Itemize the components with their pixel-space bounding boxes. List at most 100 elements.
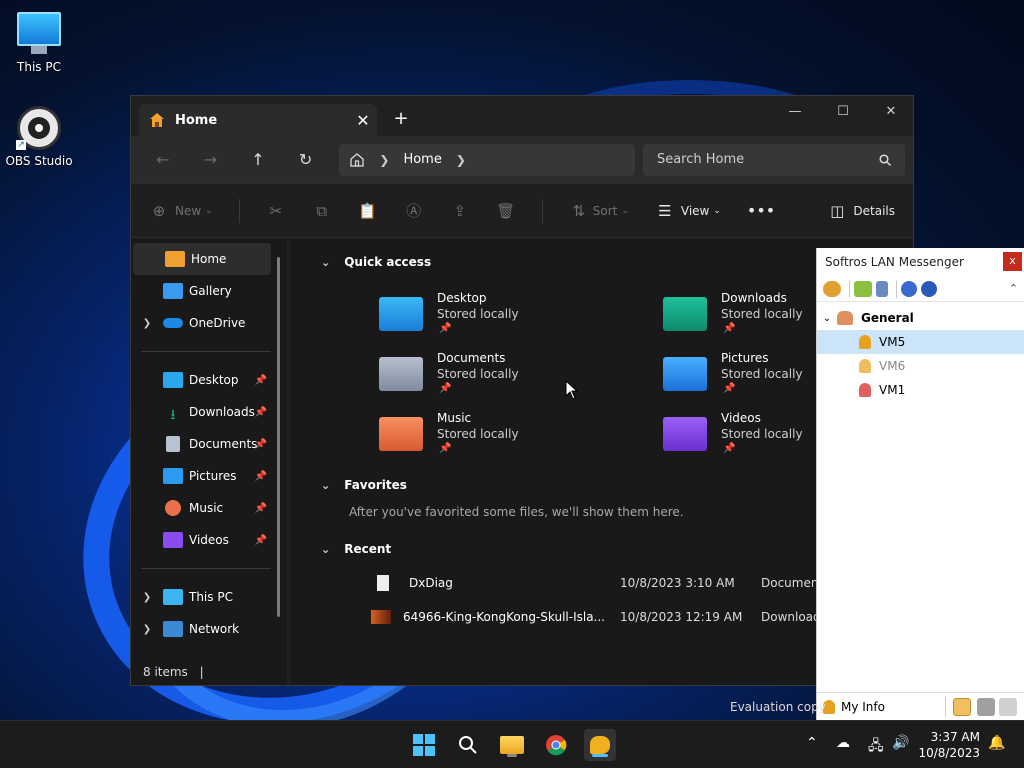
view-button[interactable]: ☰ View ⌄ [655,202,721,220]
up-button[interactable]: ↑ [234,150,282,169]
file-explorer-taskbar-button[interactable] [496,729,528,761]
pin-icon: 📌 [723,323,736,334]
new-tab-button[interactable]: + [389,108,413,132]
expand-chevron-icon[interactable]: ❯ [131,592,163,603]
desktop-icon-this-pc[interactable]: This PC [0,12,78,74]
breadcrumb-chevron-icon[interactable]: ❯ [456,153,466,167]
sidebar-item-music[interactable]: Music 📌 [131,492,281,524]
share-button[interactable]: ⇪ [450,202,470,220]
sidebar-item-pictures[interactable]: Pictures 📌 [131,460,281,492]
paste-button[interactable]: 📋 [358,202,378,220]
back-button[interactable]: ← [139,150,187,169]
forward-button[interactable]: → [187,150,235,169]
network-icon [163,621,183,637]
tab-home[interactable]: Home ✕ [139,104,377,136]
chrome-taskbar-button[interactable] [540,729,572,761]
delete-button[interactable]: 🗑 [496,202,516,220]
section-favorites[interactable]: ⌄ Favorites [321,478,407,492]
settings-gear-icon[interactable] [823,280,841,297]
system-clock[interactable]: 3:37 AM 10/8/2023 [918,729,980,761]
quick-access-desktop[interactable]: Desktop Stored locally 📌 [379,291,619,347]
tab-close-icon[interactable]: ✕ [349,111,377,130]
copy-button[interactable]: ⧉ [312,202,332,220]
nav-divider [141,351,271,352]
send-file-icon[interactable] [854,280,872,297]
sidebar-item-videos[interactable]: Videos 📌 [131,524,281,556]
view-label: View [680,203,710,218]
nav-pane-scrollbar[interactable] [277,257,280,617]
contact-vm1[interactable]: VM1 [817,378,1024,402]
section-recent[interactable]: ⌄ Recent [321,542,391,556]
desktop-icon-obs-studio[interactable]: OBS Studio [0,106,78,168]
history-icon[interactable] [876,280,888,297]
section-quick-access[interactable]: ⌄ Quick access [321,255,431,269]
toolbar-divider [541,198,543,223]
sidebar-item-onedrive[interactable]: ❯ OneDrive [131,307,281,339]
collapse-toolbar-icon[interactable]: ⌃ [1009,282,1018,295]
navigation-bar: ← → ↑ ↻ ❯ Home ❯ Search Home [131,136,913,183]
help-icon[interactable] [901,280,917,297]
chevron-down-icon: ⌄ [713,205,721,216]
scissors-icon: ✂ [269,201,283,220]
network-status-icon[interactable]: 🖧 [868,735,884,759]
refresh-button[interactable]: ↻ [282,150,330,169]
sidebar-item-gallery[interactable]: Gallery [131,275,281,307]
sidebar-item-label: Downloads [189,405,255,419]
close-window-button[interactable]: ✕ [869,104,913,119]
computer-icon [163,589,183,605]
cut-button[interactable]: ✂ [266,202,286,220]
collapse-chevron-icon: ⌄ [321,478,331,492]
music-folder-icon [379,417,423,451]
sidebar-item-documents[interactable]: Documents 📌 [131,428,281,460]
volume-icon[interactable]: 🔊 [892,735,909,751]
quick-access-documents[interactable]: Documents Stored locally 📌 [379,351,619,407]
maximize-button[interactable]: ☐ [821,104,865,119]
lan-messenger-taskbar-button[interactable] [584,729,616,761]
rename-button[interactable]: Ⓐ [404,200,424,221]
sidebar-item-desktop[interactable]: Desktop 📌 [131,364,281,396]
folder-name: Music [437,411,472,425]
quick-access-music[interactable]: Music Stored locally 📌 [379,411,619,467]
contact-vm6[interactable]: VM6 [817,354,1024,378]
collapse-chevron-icon[interactable]: ⌄ [817,313,837,324]
active-indicator [592,754,608,757]
notification-bell-icon[interactable]: 🔔 [988,735,1005,751]
group-general[interactable]: ⌄ General [817,306,1024,330]
my-info-button[interactable]: My Info [841,700,885,714]
expand-chevron-icon[interactable]: ❯ [131,318,163,329]
sidebar-item-home[interactable]: Home [133,243,271,275]
onedrive-cloud-icon [163,318,183,328]
recent-file-row[interactable]: 64966-King-KongKong-Skull-Isla... 10/8/2… [371,606,827,628]
contact-vm5[interactable]: VM5 [817,330,1024,354]
pictures-icon [163,468,183,484]
info-icon[interactable] [921,280,937,297]
status-away-icon[interactable] [977,698,995,716]
sidebar-item-this-pc[interactable]: ❯ This PC [131,581,281,613]
status-bar-item-count: 8 items | [143,665,204,679]
address-bar[interactable]: ❯ Home ❯ [339,143,635,176]
sort-button[interactable]: ⇅ Sort ⌄ [569,202,628,220]
sidebar-item-downloads[interactable]: ⭳ Downloads 📌 [131,396,281,428]
folder-status: Stored locally [437,427,519,441]
sidebar-item-network[interactable]: ❯ Network [131,613,281,645]
pictures-folder-icon [663,357,707,391]
desktop-icon-label: This PC [17,60,61,74]
more-options-button[interactable]: ••• [747,201,775,220]
expand-chevron-icon[interactable]: ❯ [131,624,163,635]
messenger-close-button[interactable]: x [1003,252,1022,271]
status-available-icon[interactable] [953,698,971,716]
show-hidden-icons-chevron-icon[interactable]: ⌃ [806,735,818,751]
onedrive-sync-icon[interactable]: ☁ [836,735,850,751]
messenger-toolbar: ⌃ [817,276,1024,302]
new-button[interactable]: ⊕ New ⌄ [149,202,213,220]
details-button[interactable]: ◫ Details [827,202,895,220]
trash-icon: 🗑 [496,201,516,220]
status-offline-icon[interactable] [999,698,1017,716]
search-taskbar-button[interactable] [452,729,484,761]
start-button[interactable] [408,729,440,761]
search-box[interactable]: Search Home [642,143,905,176]
pane-splitter[interactable] [287,239,290,685]
breadcrumb-home[interactable]: Home [403,152,441,167]
minimize-button[interactable]: — [773,104,817,119]
recent-file-row[interactable]: DxDiag 10/8/2023 3:10 AM Document [377,572,823,594]
